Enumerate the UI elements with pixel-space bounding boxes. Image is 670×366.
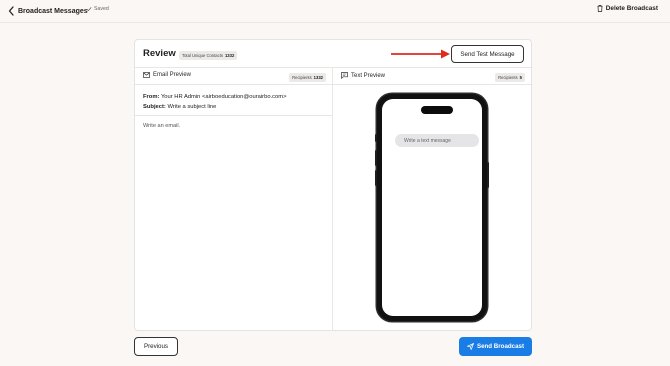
delete-broadcast-label: Delete Broadcast xyxy=(605,5,658,12)
phone-mockup: Write a text message xyxy=(375,94,489,321)
email-recipients-count: 1332 xyxy=(313,75,323,80)
text-recipients-label: Recipients xyxy=(498,75,518,80)
message-icon xyxy=(341,72,348,79)
email-body-placeholder: Write an email. xyxy=(143,123,181,129)
subject-line: Subject: Write a subject line xyxy=(143,102,287,112)
send-broadcast-button[interactable]: Send Broadcast xyxy=(459,337,532,356)
text-recipients-badge: Recipients 5 xyxy=(495,73,525,82)
from-value: Your HR Admin <airboeducation@ourairbo.c… xyxy=(160,94,287,100)
delete-broadcast-button[interactable]: Delete Broadcast xyxy=(597,5,658,12)
phone-volume-down xyxy=(375,170,377,186)
phone-silent-switch xyxy=(375,134,377,142)
email-recipients-badge: Recipients 1332 xyxy=(289,73,326,82)
envelope-icon xyxy=(143,72,150,78)
annotation-arrow xyxy=(391,49,450,59)
subject-label: Subject: xyxy=(143,104,166,110)
total-contacts-count: 1332 xyxy=(224,53,235,58)
from-label: From: xyxy=(143,94,160,100)
send-test-message-button[interactable]: Send Test Message xyxy=(451,45,524,63)
text-message-bubble: Write a text message xyxy=(395,134,479,147)
email-meta-divider xyxy=(135,115,332,116)
chevron-left-icon xyxy=(8,6,14,16)
trash-icon xyxy=(597,5,603,12)
from-line: From: Your HR Admin <airboeducation@oura… xyxy=(143,92,287,102)
saved-status: Saved xyxy=(86,6,109,12)
saved-label: Saved xyxy=(94,6,109,12)
review-card: Review Total Unique Contacts 1332 Send T… xyxy=(134,39,532,331)
email-preview-header: Email Preview Recipients 1332 xyxy=(135,68,332,85)
text-recipients-count: 5 xyxy=(519,75,522,80)
phone-dynamic-island xyxy=(421,106,453,114)
email-meta: From: Your HR Admin <airboeducation@oura… xyxy=(143,92,287,112)
header-divider xyxy=(0,22,670,23)
back-button[interactable]: Broadcast Messages xyxy=(8,5,88,17)
subject-value: Write a subject line xyxy=(167,104,217,110)
phone-volume-up xyxy=(375,150,377,166)
phone-power-button xyxy=(487,162,489,188)
send-broadcast-label: Send Broadcast xyxy=(476,343,525,350)
page-title: Broadcast Messages xyxy=(18,7,88,15)
phone-screen: Write a text message xyxy=(382,99,482,316)
review-title: Review xyxy=(143,48,176,59)
text-preview-tab: Text Preview xyxy=(341,72,385,79)
total-contacts-label: Total Unique Contacts xyxy=(182,53,223,58)
email-preview-title: Email Preview xyxy=(153,72,192,78)
email-preview-panel: Email Preview Recipients 1332 From: Your… xyxy=(135,68,333,331)
previous-button[interactable]: Previous xyxy=(134,337,178,356)
check-icon xyxy=(86,7,92,12)
review-header: Review Total Unique Contacts 1332 Send T… xyxy=(135,40,531,68)
total-contacts-badge: Total Unique Contacts 1332 xyxy=(179,51,238,60)
email-preview-tab: Email Preview xyxy=(143,72,191,78)
text-preview-header: Text Preview Recipients 5 xyxy=(333,68,531,85)
paper-plane-icon xyxy=(466,343,474,350)
top-bar: Broadcast Messages Saved Delete Broadcas… xyxy=(0,0,670,22)
preview-columns: Email Preview Recipients 1332 From: Your… xyxy=(135,68,531,331)
email-recipients-label: Recipients xyxy=(292,75,312,80)
text-preview-panel: Text Preview Recipients 5 Write a text m… xyxy=(333,68,531,331)
text-preview-title: Text Preview xyxy=(351,72,386,79)
